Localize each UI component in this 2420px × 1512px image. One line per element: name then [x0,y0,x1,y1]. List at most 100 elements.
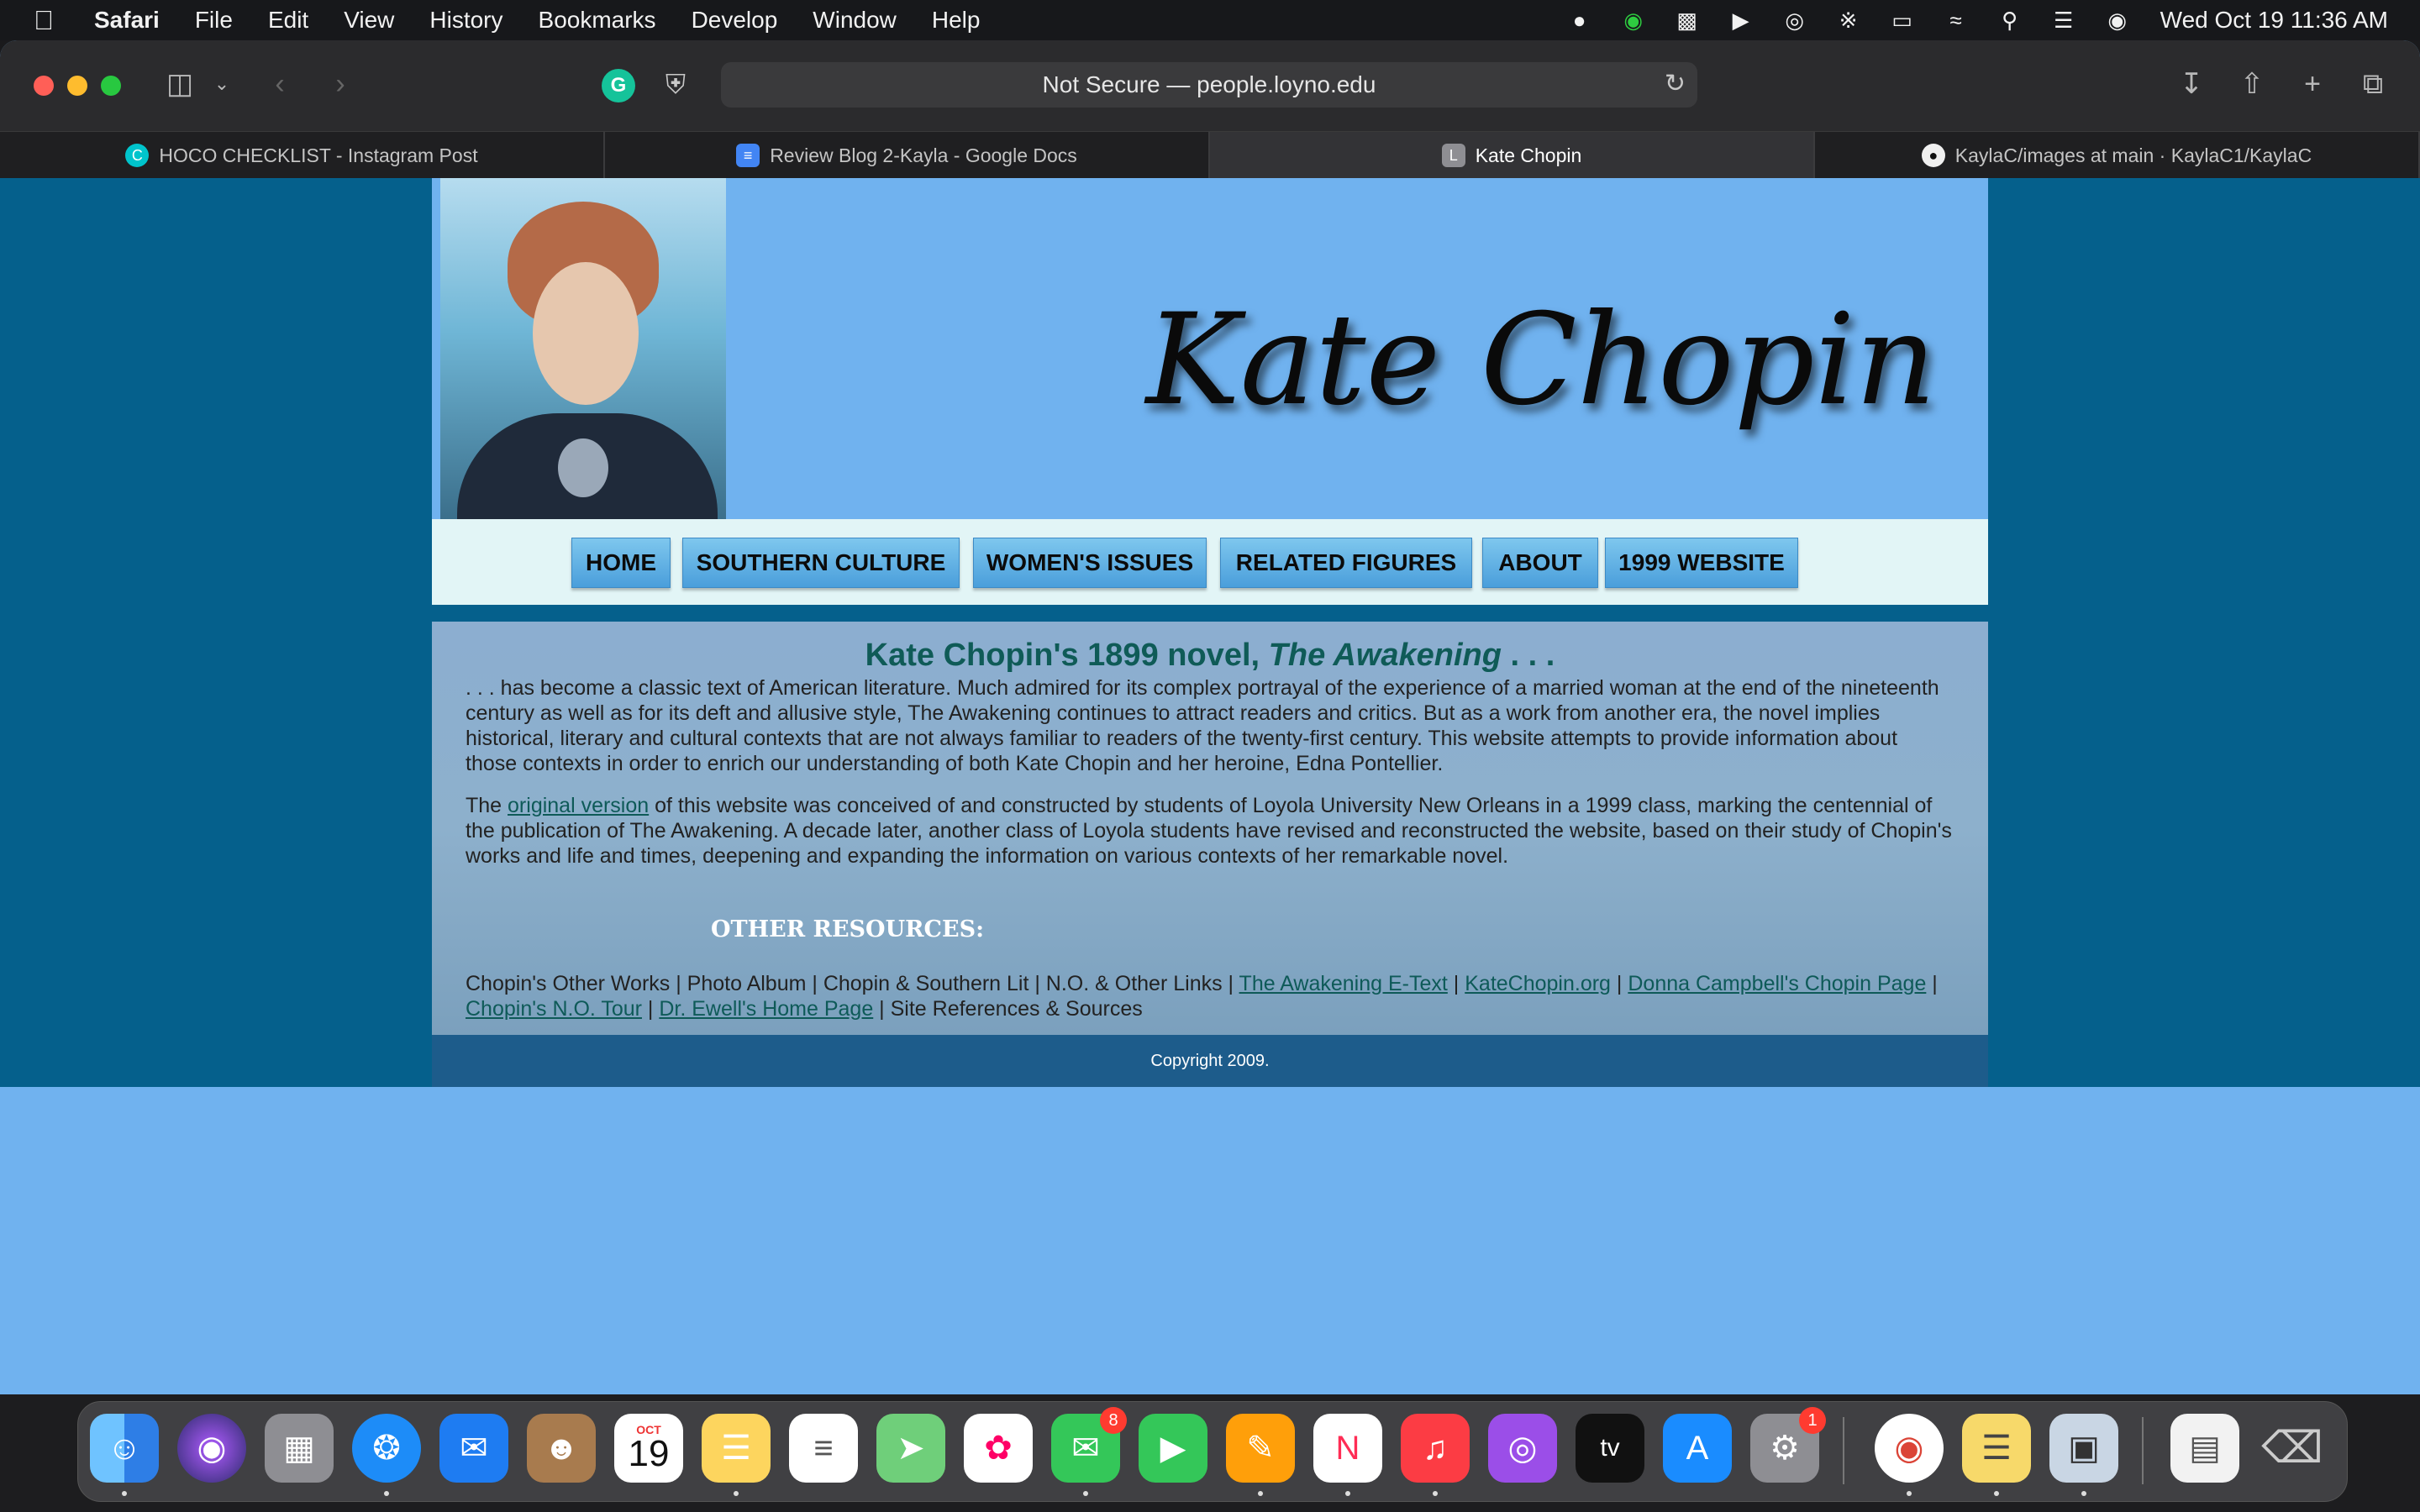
trash-icon[interactable]: ⌫ [2258,1414,2327,1483]
tv-label: tv [1600,1434,1620,1462]
resources-plain-text: Chopin's Other Works | Photo Album | Cho… [466,972,1239,995]
running-indicator [1083,1491,1088,1496]
system-preferences-icon[interactable]: ⚙ 1 [1750,1407,1826,1483]
siri-icon[interactable]: ◉ [177,1414,246,1483]
site-footer: Copyright 2009. [432,1035,1988,1087]
control-center-icon[interactable]: ☰ [2049,6,2078,34]
privacy-report-shield-icon[interactable]: ⛨ [666,69,696,102]
zoom-window-button[interactable] [101,76,121,96]
maps-icon[interactable]: ➤ [876,1414,945,1483]
safari-icon[interactable]: ❂ [352,1414,421,1483]
nav-1999-website[interactable]: 1999 WEBSITE [1605,538,1798,588]
reminders-icon[interactable]: ≡ [789,1414,858,1483]
running-indicator [2081,1491,2086,1496]
chrome-icon[interactable]: ◉ [1875,1414,1944,1483]
battery-icon[interactable]: ▭ [1888,6,1917,34]
chevron-down-icon[interactable]: ⌄ [212,66,232,102]
awakening-etext-link[interactable]: The Awakening E-Text [1239,972,1448,995]
music-icon[interactable]: ♫ [1401,1414,1470,1483]
original-version-link[interactable]: original version [508,794,649,817]
running-indicator [1345,1491,1350,1496]
nav-home[interactable]: HOME [571,538,671,588]
photos-icon[interactable]: ✿ [964,1414,1033,1483]
settings-badge: 1 [1799,1407,1826,1434]
dock-separator [1843,1417,1844,1484]
nav-about[interactable]: ABOUT [1482,538,1598,588]
messages-badge: 8 [1100,1407,1127,1434]
copyright-text: Copyright 2009. [1150,1051,1270,1070]
menu-file[interactable]: File [195,7,233,34]
back-button[interactable]: ‹ [267,66,292,102]
grammarly-extension-icon[interactable]: G [602,69,635,102]
finder-icon[interactable]: ☺ [90,1414,159,1483]
stickies-icon[interactable]: ☰ [1962,1414,2031,1483]
nav-womens-issues[interactable]: WOMEN'S ISSUES [973,538,1207,588]
donna-campbell-link[interactable]: Donna Campbell's Chopin Page [1628,972,1926,995]
tab-review-blog[interactable]: ≡ Review Blog 2-Kayla - Google Docs [605,132,1210,179]
minimize-window-button[interactable] [67,76,87,96]
menu-edit[interactable]: Edit [268,7,308,34]
calendar-icon[interactable]: OCT 19 [614,1414,683,1483]
podcasts-icon[interactable]: ◎ [1488,1414,1557,1483]
bluetooth-icon[interactable]: ※ [1834,6,1863,34]
cast-status-icon[interactable]: ▩ [1673,6,1702,34]
forward-button[interactable]: › [328,66,353,102]
menubar-clock[interactable]: Wed Oct 19 11:36 AM [2160,7,2388,34]
mail-icon[interactable]: ✉ [439,1414,508,1483]
running-indicator [1433,1491,1438,1496]
new-tab-icon[interactable]: + [2296,66,2329,102]
menu-develop[interactable]: Develop [692,7,778,34]
shield-status-icon[interactable]: ◉ [1619,6,1648,34]
menu-window[interactable]: Window [813,7,897,34]
tab-github[interactable]: ● KaylaC/images at main · KaylaC1/KaylaC [1815,132,2420,179]
app-store-icon[interactable]: A [1663,1414,1732,1483]
nav-southern-culture[interactable]: SOUTHERN CULTURE [682,538,960,588]
close-window-button[interactable] [34,76,54,96]
airdrop-status-icon[interactable]: ◎ [1781,6,1809,34]
address-bar[interactable]: Not Secure — people.loyno.edu ↻ [721,62,1697,108]
siri-status-icon[interactable]: ◉ [2103,6,2132,34]
document-stack-icon[interactable]: ▤ [2170,1414,2239,1483]
resources-separator: | [1447,972,1465,995]
resources-separator: | [641,997,660,1021]
spotlight-search-icon[interactable]: ⚲ [1996,6,2024,34]
reload-icon[interactable]: ↻ [1665,69,1686,98]
notes-icon[interactable]: ☰ [702,1414,771,1483]
messages-icon[interactable]: ✉ 8 [1051,1407,1127,1483]
no-tour-link[interactable]: Chopin's N.O. Tour [466,997,642,1021]
safari-window: ◫ ⌄ ‹ › G ⛨ Not Secure — people.loyno.ed… [0,40,2420,1394]
news-icon[interactable]: N [1313,1414,1382,1483]
wifi-icon[interactable]: ≈ [1942,6,1970,34]
pages-icon[interactable]: ✎ [1226,1414,1295,1483]
menu-bookmarks[interactable]: Bookmarks [539,7,656,34]
portrait-brooch [558,438,608,497]
apple-menu-icon[interactable]:  [34,5,60,36]
katechopin-org-link[interactable]: KateChopin.org [1465,972,1611,995]
downloads-icon[interactable]: ↧ [2175,66,2208,102]
calendar-day: 19 [628,1433,670,1474]
nav-related-figures[interactable]: RELATED FIGURES [1220,538,1472,588]
dr-ewell-home-link[interactable]: Dr. Ewell's Home Page [659,997,873,1021]
play-status-icon[interactable]: ▶ [1727,6,1755,34]
preview-icon[interactable]: ▣ [2049,1414,2118,1483]
running-indicator [122,1491,127,1496]
headline-suffix: . . . [1501,638,1555,673]
tab-kate-chopin[interactable]: L Kate Chopin [1210,132,1815,179]
apple-tv-icon[interactable]: tv [1576,1414,1644,1483]
menu-view[interactable]: View [344,7,394,34]
grammarly-status-icon[interactable]: ● [1565,6,1594,34]
share-icon[interactable]: ⇧ [2235,66,2269,102]
status-area: ● ◉ ▩ ▶ ◎ ※ ▭ ≈ ⚲ ☰ ◉ Wed Oct 19 11:36 A… [1540,0,2388,40]
menu-history[interactable]: History [429,7,502,34]
tab-overview-icon[interactable]: ⧉ [2356,66,2390,102]
facetime-icon[interactable]: ▶ [1139,1414,1207,1483]
menu-app-safari[interactable]: Safari [94,7,160,34]
resources-separator: | [1610,972,1628,995]
running-indicator [1907,1491,1912,1496]
sidebar-toggle-icon[interactable]: ◫ [163,66,197,102]
tab-hoco-checklist[interactable]: C HOCO CHECKLIST - Instagram Post [0,132,605,179]
launchpad-icon[interactable]: ▦ [265,1414,334,1483]
contacts-icon[interactable]: ☻ [527,1414,596,1483]
menu-help[interactable]: Help [932,7,981,34]
page-headline: Kate Chopin's 1899 novel, The Awakening … [466,637,1954,674]
